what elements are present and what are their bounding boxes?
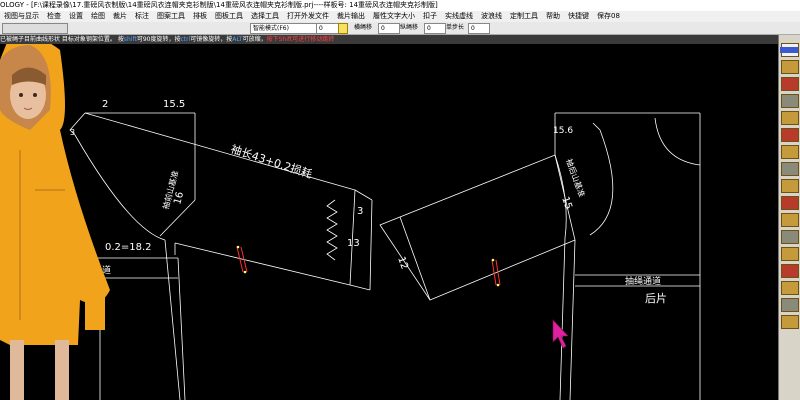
tool-icon[interactable] <box>781 230 799 244</box>
tool-icon[interactable] <box>781 111 799 125</box>
dim-18-2: 0.2=18.2 <box>105 242 152 253</box>
vertical-field[interactable]: 0 <box>424 23 446 34</box>
dim-15: 15 <box>559 195 574 211</box>
tool-icon[interactable] <box>781 281 799 295</box>
status-key-shift: shift <box>123 36 137 43</box>
notch-dots <box>236 245 500 287</box>
tool-icon[interactable] <box>781 298 799 312</box>
menu-bar: 视图与显示 检查 设置 绘图 裁片 标注 图案工具 排板 图板工具 选择工具 打开外发文件 裁片输出履… <box>0 11 800 22</box>
dim-13: 13 <box>347 238 360 249</box>
presenter-figure <box>0 44 110 400</box>
tool-icon[interactable] <box>781 315 799 329</box>
cursor-icon <box>552 319 569 349</box>
step-field[interactable]: 0 <box>468 23 490 34</box>
menu-item[interactable]: 保存08 <box>593 11 624 22</box>
status-text-1: 已被绳子目前曲线形状 目标对象钢架位置。 <box>0 36 116 43</box>
tool-icon[interactable] <box>781 162 799 176</box>
tool-icon[interactable] <box>781 196 799 210</box>
dim-15-6: 15.6 <box>553 126 573 136</box>
menu-item[interactable]: 帮助 <box>542 11 564 22</box>
step-label: 单步长 <box>446 24 465 31</box>
toolbar-placeholder <box>2 23 68 34</box>
status-text-5: 可放缩， <box>242 36 267 43</box>
menu-item[interactable]: 设置 <box>65 11 87 22</box>
tool-icon[interactable] <box>781 145 799 159</box>
panel-indicator <box>780 47 798 53</box>
menu-item[interactable]: 视图与显示 <box>0 11 43 22</box>
dim-3: 3 <box>70 128 75 137</box>
tool-icon[interactable] <box>781 264 799 278</box>
status-key-ctrl: ctrl <box>180 36 191 43</box>
pattern-lines <box>0 112 701 400</box>
sleeve-length-label: 袖长43+0.2损耗 <box>229 142 314 181</box>
tool-icon[interactable] <box>781 128 799 142</box>
tool-icon[interactable] <box>781 94 799 108</box>
pattern-label-group: 2 15.5 3 袖长43+0.2损耗 袖前山基准 16 3 13 0.2=18… <box>70 99 667 305</box>
menu-item[interactable]: 标注 <box>131 11 153 22</box>
pattern-canvas[interactable]: 2 15.5 3 袖长43+0.2损耗 袖前山基准 16 3 13 0.2=18… <box>0 44 778 400</box>
status-text-6: 按下Shift可进行移动跳转 <box>266 36 335 43</box>
menu-item[interactable]: 图板工具 <box>211 11 247 22</box>
dim-16: 16 <box>172 191 186 206</box>
menu-item[interactable]: 定制工具 <box>506 11 542 22</box>
dim-12: 12 <box>395 255 410 271</box>
menu-item[interactable]: 实线虚线 <box>441 11 477 22</box>
menu-item[interactable]: 选择工具 <box>247 11 283 22</box>
status-text-4: 可镜像旋转，按 <box>190 36 233 43</box>
back-armhole-label: 袖后山基准 <box>564 157 587 198</box>
toolbar-button-1[interactable] <box>338 23 348 34</box>
horizontal-label: 横绳移 <box>354 24 373 31</box>
status-text-3: 可90度旋转，按 <box>136 36 181 43</box>
dim-2: 2 <box>102 99 108 110</box>
toolbar: 智能模式(F6) 0 横绳移 0 纵绳移 0 单步长 0 <box>0 22 800 35</box>
menu-item[interactable]: 扣子 <box>419 11 441 22</box>
tool-icon[interactable] <box>781 77 799 91</box>
tool-icon[interactable] <box>781 60 799 74</box>
value-field[interactable]: 0 <box>316 23 340 34</box>
menu-item[interactable]: 排板 <box>189 11 211 22</box>
menu-item[interactable]: 检查 <box>43 11 65 22</box>
menu-item[interactable]: 波浪线 <box>477 11 506 22</box>
status-bar: 已被绳子目前曲线形状 目标对象钢架位置。 按shift可90度旋转，按ctrl可… <box>0 35 780 44</box>
tool-icon[interactable] <box>781 213 799 227</box>
menu-item[interactable]: 快捷键 <box>564 11 593 22</box>
dim-3b: 3 <box>357 206 363 217</box>
tool-icon[interactable] <box>781 179 799 193</box>
menu-item[interactable]: 绘图 <box>87 11 109 22</box>
menu-item[interactable]: 裁片输出 <box>333 11 369 22</box>
drawstring-label: 抽绳通道 <box>625 275 661 287</box>
status-key-alt: ALT <box>232 36 243 43</box>
back-piece-label: 后片 <box>645 292 667 305</box>
mode-select[interactable]: 智能模式(F6) <box>250 23 318 34</box>
right-tool-panel <box>778 35 800 400</box>
notch-marks <box>236 246 501 286</box>
horizontal-field[interactable]: 0 <box>378 23 400 34</box>
dim-15-5: 15.5 <box>163 99 185 110</box>
menu-item[interactable]: 履性文字大小 <box>369 11 419 22</box>
menu-item[interactable]: 裁片 <box>109 11 131 22</box>
tool-icon[interactable] <box>781 247 799 261</box>
vertical-label: 纵绳移 <box>400 24 419 31</box>
menu-item[interactable]: 图案工具 <box>153 11 189 22</box>
menu-item[interactable]: 打开外发文件 <box>283 11 333 22</box>
